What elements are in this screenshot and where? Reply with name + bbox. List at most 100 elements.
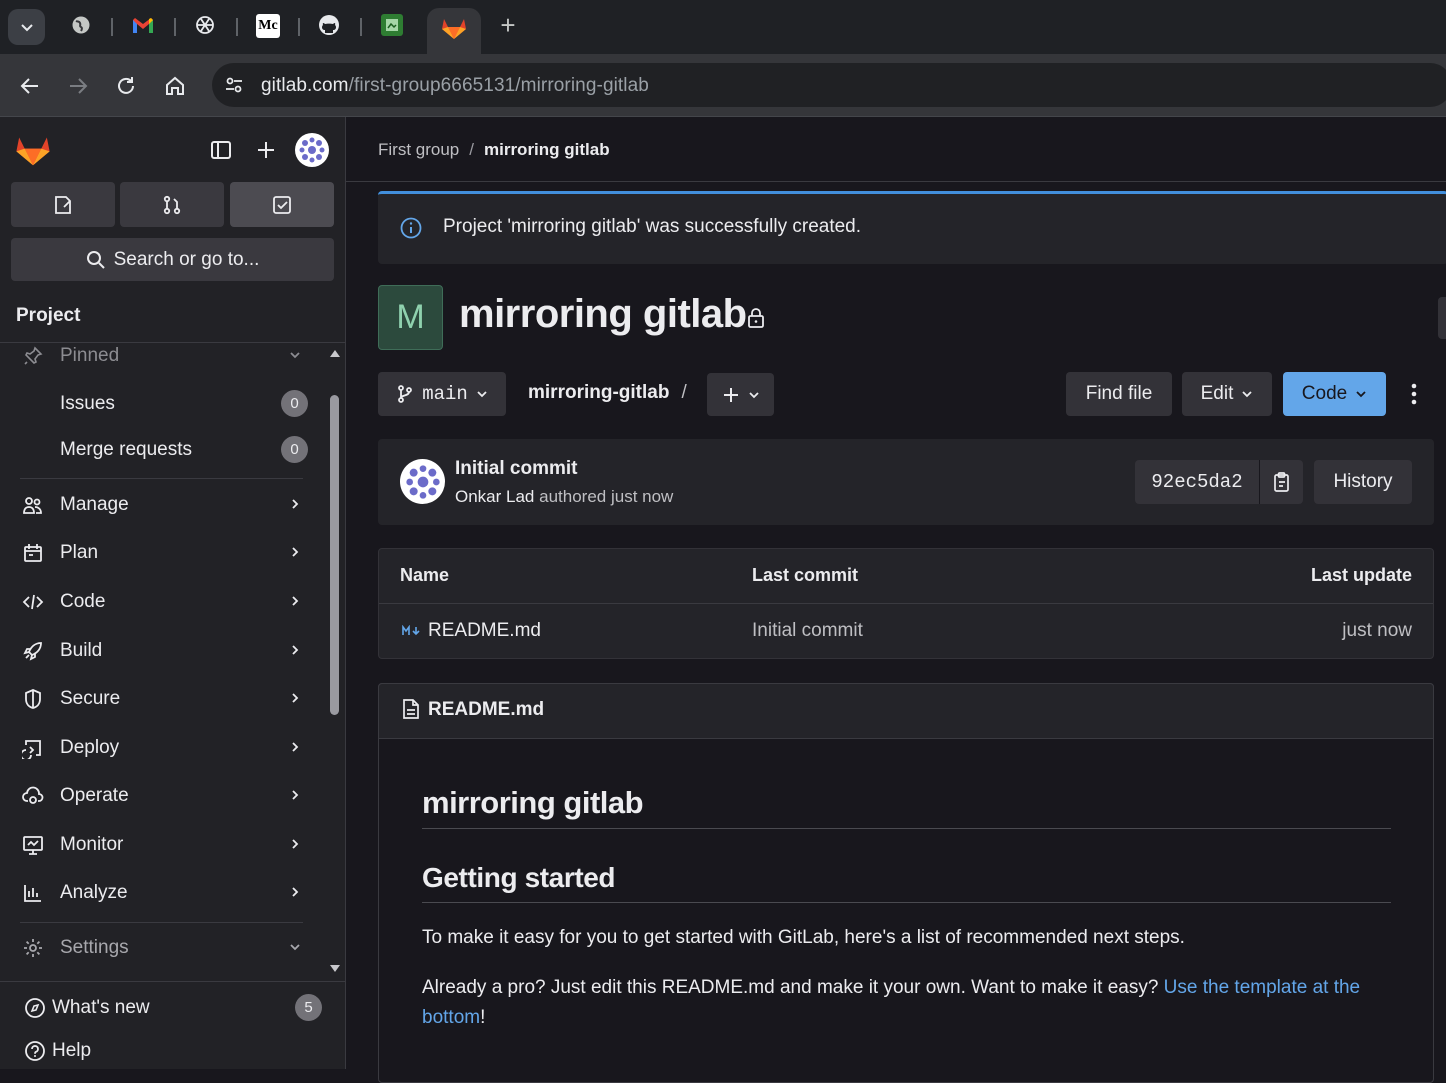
help-button[interactable]: Help: [22, 1031, 312, 1071]
new-tab-button[interactable]: +: [497, 12, 519, 38]
sidebar-item-manage[interactable]: Manage: [20, 485, 310, 525]
pinned-section-toggle[interactable]: Pinned: [20, 336, 310, 376]
whats-new-button[interactable]: What's new 5: [22, 988, 322, 1028]
tab-gmail[interactable]: [132, 14, 154, 36]
commit-sha[interactable]: 92ec5da2: [1135, 460, 1259, 504]
tab-medium[interactable]: Mc: [256, 14, 280, 38]
globe-icon: [72, 16, 90, 34]
assigned-issues-button[interactable]: [11, 182, 115, 227]
url-text[interactable]: gitlab.com/first-group6665131/mirroring-…: [261, 75, 649, 97]
site-settings-icon[interactable]: [224, 75, 244, 95]
column-header-last-update: Last update: [1310, 565, 1412, 585]
plus-icon: [723, 387, 738, 402]
commit-title[interactable]: Initial commit: [455, 458, 577, 480]
copy-sha-button[interactable]: [1259, 460, 1303, 504]
info-icon: [400, 217, 422, 239]
clipboard-icon: [1273, 472, 1289, 492]
green-app-icon: [386, 19, 398, 31]
branch-selector[interactable]: main: [378, 372, 506, 416]
sidebar-item-deploy[interactable]: Deploy: [20, 728, 310, 768]
project-avatar: M: [378, 285, 443, 350]
sidebar-item-analyze[interactable]: Analyze: [20, 873, 310, 913]
tab-separator: [298, 18, 300, 36]
toggle-sidebar-button[interactable]: [206, 135, 236, 165]
readme-filename[interactable]: README.md: [428, 699, 544, 721]
gitlab-logo-icon: [16, 137, 50, 166]
back-arrow-icon[interactable]: [18, 74, 42, 98]
project-title: mirroring gitlab: [459, 292, 747, 336]
sidebar-item-build[interactable]: Build: [20, 631, 310, 671]
readme-paragraph-1: To make it easy for you to get started w…: [422, 927, 1185, 948]
breadcrumb: First group / mirroring gitlab: [378, 140, 610, 160]
medium-icon: Mc: [258, 18, 278, 33]
file-last-update: just now: [1342, 620, 1412, 641]
chevron-down-icon: [20, 24, 33, 32]
history-button[interactable]: History: [1314, 460, 1412, 504]
add-to-tree-button[interactable]: [707, 373, 774, 416]
tab-search-button[interactable]: [8, 9, 45, 45]
merge-requests-button[interactable]: [120, 182, 224, 227]
branch-icon: [398, 385, 413, 403]
repo-path[interactable]: mirroring-gitlab /: [528, 382, 687, 404]
scrollbar-thumb[interactable]: [330, 395, 339, 715]
file-last-commit-link[interactable]: Initial commit: [752, 620, 863, 642]
tab-chatgpt[interactable]: [194, 14, 216, 36]
sidebar-item-label: Analyze: [60, 882, 128, 903]
tab-separator: [111, 18, 113, 36]
scroll-up-arrow-icon[interactable]: [329, 348, 341, 358]
sidebar-item-label: Secure: [60, 688, 121, 709]
user-avatar[interactable]: [295, 133, 329, 167]
breadcrumb-current[interactable]: mirroring gitlab: [484, 140, 610, 159]
identicon-icon: [405, 464, 440, 499]
todo-list-button[interactable]: [230, 182, 334, 227]
search-button[interactable]: Search or go to...: [11, 238, 334, 281]
find-file-button[interactable]: Find file: [1066, 372, 1172, 416]
tab-separator: [174, 18, 176, 36]
code-icon: [20, 589, 46, 615]
edit-label: Edit: [1200, 383, 1234, 404]
chevron-right-icon: [292, 547, 299, 557]
history-label: History: [1333, 471, 1393, 492]
chevron-right-icon: [292, 790, 299, 800]
monitor-icon: [20, 832, 46, 858]
tab-separator: [360, 18, 362, 36]
side-panel-handle[interactable]: [1438, 297, 1446, 339]
home-icon[interactable]: [163, 74, 187, 98]
sidebar-item-plan[interactable]: Plan: [20, 533, 310, 573]
lock-icon: [748, 308, 764, 328]
sidebar-item-monitor[interactable]: Monitor: [20, 825, 310, 865]
forward-arrow-icon[interactable]: [66, 74, 90, 98]
sidebar-item-issues[interactable]: Issues 0: [60, 384, 308, 424]
create-new-button[interactable]: [251, 135, 281, 165]
markdown-file-icon: [402, 625, 420, 636]
tab-green-app[interactable]: [381, 14, 403, 36]
breadcrumb-parent[interactable]: First group: [378, 140, 459, 159]
readme-heading-1: mirroring gitlab: [422, 785, 644, 820]
sidebar-item-label: Merge requests: [60, 439, 193, 460]
sidebar-item-code[interactable]: Code: [20, 582, 310, 622]
url-host: gitlab.com: [261, 75, 349, 96]
sidebar-item-settings[interactable]: Settings: [20, 928, 310, 968]
sidebar-item-label: Settings: [60, 937, 129, 958]
issues-icon: [55, 195, 71, 214]
tab-globe[interactable]: [70, 14, 92, 36]
gitlab-logo[interactable]: [14, 132, 52, 168]
tab-github[interactable]: [318, 14, 340, 36]
sidebar-item-operate[interactable]: Operate: [20, 776, 310, 816]
author-avatar[interactable]: [400, 459, 445, 504]
code-dropdown-button[interactable]: Code: [1283, 372, 1386, 416]
column-header-name: Name: [400, 565, 450, 585]
sidebar-item-secure[interactable]: Secure: [20, 679, 310, 719]
code-label: Code: [1301, 383, 1348, 404]
commit-author[interactable]: Onkar Lad: [455, 487, 534, 506]
scroll-down-arrow-icon[interactable]: [329, 964, 341, 974]
more-actions-icon[interactable]: [1410, 382, 1418, 406]
file-icon: [403, 699, 419, 719]
edit-dropdown-button[interactable]: Edit: [1182, 372, 1272, 416]
active-tab-gitlab[interactable]: [427, 8, 481, 54]
file-name-link[interactable]: README.md: [428, 620, 541, 642]
merge-request-icon: [163, 195, 181, 214]
chevron-right-icon: [292, 645, 299, 655]
sidebar-item-merge-requests[interactable]: Merge requests 0: [60, 430, 308, 470]
reload-icon[interactable]: [114, 74, 138, 98]
